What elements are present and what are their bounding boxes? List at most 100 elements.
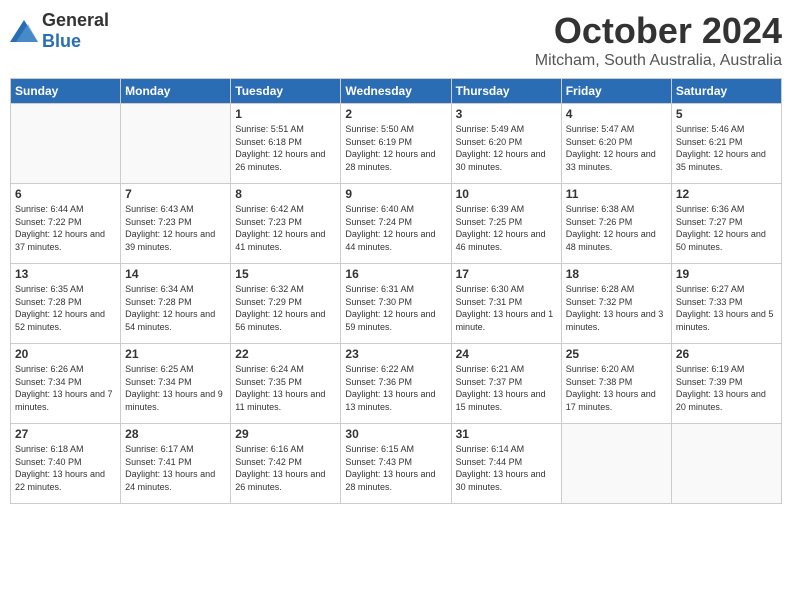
day-detail: Sunrise: 5:49 AM Sunset: 6:20 PM Dayligh… [456, 123, 557, 173]
day-detail: Sunrise: 6:19 AM Sunset: 7:39 PM Dayligh… [676, 363, 777, 413]
day-number: 2 [345, 107, 446, 121]
day-detail: Sunrise: 6:38 AM Sunset: 7:26 PM Dayligh… [566, 203, 667, 253]
weekday-header-cell: Monday [121, 79, 231, 104]
calendar-cell [121, 104, 231, 184]
day-detail: Sunrise: 6:42 AM Sunset: 7:23 PM Dayligh… [235, 203, 336, 253]
day-detail: Sunrise: 6:21 AM Sunset: 7:37 PM Dayligh… [456, 363, 557, 413]
day-detail: Sunrise: 6:30 AM Sunset: 7:31 PM Dayligh… [456, 283, 557, 333]
day-detail: Sunrise: 6:24 AM Sunset: 7:35 PM Dayligh… [235, 363, 336, 413]
day-number: 19 [676, 267, 777, 281]
month-title: October 2024 [535, 10, 782, 52]
calendar-cell: 22Sunrise: 6:24 AM Sunset: 7:35 PM Dayli… [231, 344, 341, 424]
day-number: 18 [566, 267, 667, 281]
day-detail: Sunrise: 6:25 AM Sunset: 7:34 PM Dayligh… [125, 363, 226, 413]
day-detail: Sunrise: 6:43 AM Sunset: 7:23 PM Dayligh… [125, 203, 226, 253]
calendar-cell: 14 Sunrise: 6:34 AM Sunset: 7:28 PM Dayli… [121, 264, 231, 344]
calendar-cell: 26 Sunrise: 6:19 AM Sunset: 7:39 PM Dayli… [671, 344, 781, 424]
calendar-cell: 9 Sunrise: 6:40 AM Sunset: 7:24 PM Daylig… [341, 184, 451, 264]
weekday-header-cell: Wednesday [341, 79, 451, 104]
day-number: 30 [345, 427, 446, 441]
day-number: 15 [235, 267, 336, 281]
calendar-body: 1 Sunrise: 5:51 AM Sunset: 6:18 PM Daylig… [11, 104, 782, 504]
day-detail: Sunrise: 6:17 AM Sunset: 7:41 PM Dayligh… [125, 443, 226, 493]
calendar-cell: 7 Sunrise: 6:43 AM Sunset: 7:23 PM Daylig… [121, 184, 231, 264]
day-number: 7 [125, 187, 226, 201]
day-detail: Sunrise: 6:44 AM Sunset: 7:22 PM Dayligh… [15, 203, 116, 253]
day-detail: Sunrise: 5:46 AM Sunset: 6:21 PM Dayligh… [676, 123, 777, 173]
day-detail: Sunrise: 6:22 AM Sunset: 7:36 PM Dayligh… [345, 363, 446, 413]
logo-blue: Blue [42, 31, 81, 51]
day-detail: Sunrise: 6:32 AM Sunset: 7:29 PM Dayligh… [235, 283, 336, 333]
calendar-cell: 1 Sunrise: 5:51 AM Sunset: 6:18 PM Daylig… [231, 104, 341, 184]
day-detail: Sunrise: 6:28 AM Sunset: 7:32 PM Dayligh… [566, 283, 667, 333]
calendar-cell: 11 Sunrise: 6:38 AM Sunset: 7:26 PM Dayli… [561, 184, 671, 264]
calendar-cell: 29 Sunrise: 6:16 AM Sunset: 7:42 PM Dayli… [231, 424, 341, 504]
calendar-cell: 15 Sunrise: 6:32 AM Sunset: 7:29 PM Dayli… [231, 264, 341, 344]
calendar-cell [561, 424, 671, 504]
calendar-cell: 17 Sunrise: 6:30 AM Sunset: 7:31 PM Dayli… [451, 264, 561, 344]
calendar-cell: 18 Sunrise: 6:28 AM Sunset: 7:32 PM Dayli… [561, 264, 671, 344]
day-number: 11 [566, 187, 667, 201]
day-number: 17 [456, 267, 557, 281]
calendar-cell: 30Sunrise: 6:15 AM Sunset: 7:43 PM Dayli… [341, 424, 451, 504]
location-title: Mitcham, South Australia, Australia [535, 52, 782, 70]
weekday-header-cell: Tuesday [231, 79, 341, 104]
calendar-table: SundayMondayTuesdayWednesdayThursdayFrid… [10, 78, 782, 504]
day-number: 14 [125, 267, 226, 281]
calendar-cell: 2 Sunrise: 5:50 AM Sunset: 6:19 PM Daylig… [341, 104, 451, 184]
day-detail: Sunrise: 5:51 AM Sunset: 6:18 PM Dayligh… [235, 123, 336, 173]
day-detail: Sunrise: 6:26 AM Sunset: 7:34 PM Dayligh… [15, 363, 116, 413]
day-number: 4 [566, 107, 667, 121]
calendar-week-row: 13Sunrise: 6:35 AM Sunset: 7:28 PM Dayli… [11, 264, 782, 344]
day-detail: Sunrise: 6:16 AM Sunset: 7:42 PM Dayligh… [235, 443, 336, 493]
calendar-cell [671, 424, 781, 504]
day-number: 9 [345, 187, 446, 201]
day-number: 29 [235, 427, 336, 441]
calendar-week-row: 27Sunrise: 6:18 AM Sunset: 7:40 PM Dayli… [11, 424, 782, 504]
day-number: 31 [456, 427, 557, 441]
logo-general: General [42, 10, 109, 30]
logo: General Blue [10, 10, 109, 52]
day-detail: Sunrise: 6:34 AM Sunset: 7:28 PM Dayligh… [125, 283, 226, 333]
day-detail: Sunrise: 6:14 AM Sunset: 7:44 PM Dayligh… [456, 443, 557, 493]
day-detail: Sunrise: 6:36 AM Sunset: 7:27 PM Dayligh… [676, 203, 777, 253]
day-detail: Sunrise: 6:18 AM Sunset: 7:40 PM Dayligh… [15, 443, 116, 493]
day-detail: Sunrise: 6:40 AM Sunset: 7:24 PM Dayligh… [345, 203, 446, 253]
day-number: 1 [235, 107, 336, 121]
day-detail: Sunrise: 6:35 AM Sunset: 7:28 PM Dayligh… [15, 283, 116, 333]
calendar-cell: 12 Sunrise: 6:36 AM Sunset: 7:27 PM Dayli… [671, 184, 781, 264]
logo-icon [10, 20, 38, 42]
weekday-header-cell: Friday [561, 79, 671, 104]
day-number: 20 [15, 347, 116, 361]
calendar-cell: 13Sunrise: 6:35 AM Sunset: 7:28 PM Dayli… [11, 264, 121, 344]
day-detail: Sunrise: 5:50 AM Sunset: 6:19 PM Dayligh… [345, 123, 446, 173]
calendar-cell: 23 Sunrise: 6:22 AM Sunset: 7:36 PM Dayli… [341, 344, 451, 424]
calendar-cell: 28 Sunrise: 6:17 AM Sunset: 7:41 PM Dayli… [121, 424, 231, 504]
day-number: 10 [456, 187, 557, 201]
day-number: 6 [15, 187, 116, 201]
calendar-cell: 27Sunrise: 6:18 AM Sunset: 7:40 PM Dayli… [11, 424, 121, 504]
title-area: October 2024 Mitcham, South Australia, A… [535, 10, 782, 70]
calendar-cell: 8 Sunrise: 6:42 AM Sunset: 7:23 PM Daylig… [231, 184, 341, 264]
calendar-week-row: 6 Sunrise: 6:44 AM Sunset: 7:22 PM Daylig… [11, 184, 782, 264]
day-detail: Sunrise: 5:47 AM Sunset: 6:20 PM Dayligh… [566, 123, 667, 173]
day-number: 23 [345, 347, 446, 361]
calendar-cell [11, 104, 121, 184]
day-detail: Sunrise: 6:20 AM Sunset: 7:38 PM Dayligh… [566, 363, 667, 413]
weekday-header-row: SundayMondayTuesdayWednesdayThursdayFrid… [11, 79, 782, 104]
day-number: 26 [676, 347, 777, 361]
day-number: 28 [125, 427, 226, 441]
day-number: 25 [566, 347, 667, 361]
day-number: 12 [676, 187, 777, 201]
calendar-cell: 10Sunrise: 6:39 AM Sunset: 7:25 PM Dayli… [451, 184, 561, 264]
calendar-cell: 3Sunrise: 5:49 AM Sunset: 6:20 PM Daylig… [451, 104, 561, 184]
day-number: 8 [235, 187, 336, 201]
day-number: 21 [125, 347, 226, 361]
calendar-cell: 20 Sunrise: 6:26 AM Sunset: 7:34 PM Dayli… [11, 344, 121, 424]
calendar-cell: 16Sunrise: 6:31 AM Sunset: 7:30 PM Dayli… [341, 264, 451, 344]
calendar-cell: 24Sunrise: 6:21 AM Sunset: 7:37 PM Dayli… [451, 344, 561, 424]
weekday-header-cell: Sunday [11, 79, 121, 104]
calendar-week-row: 1 Sunrise: 5:51 AM Sunset: 6:18 PM Daylig… [11, 104, 782, 184]
day-number: 5 [676, 107, 777, 121]
calendar-cell: 19Sunrise: 6:27 AM Sunset: 7:33 PM Dayli… [671, 264, 781, 344]
